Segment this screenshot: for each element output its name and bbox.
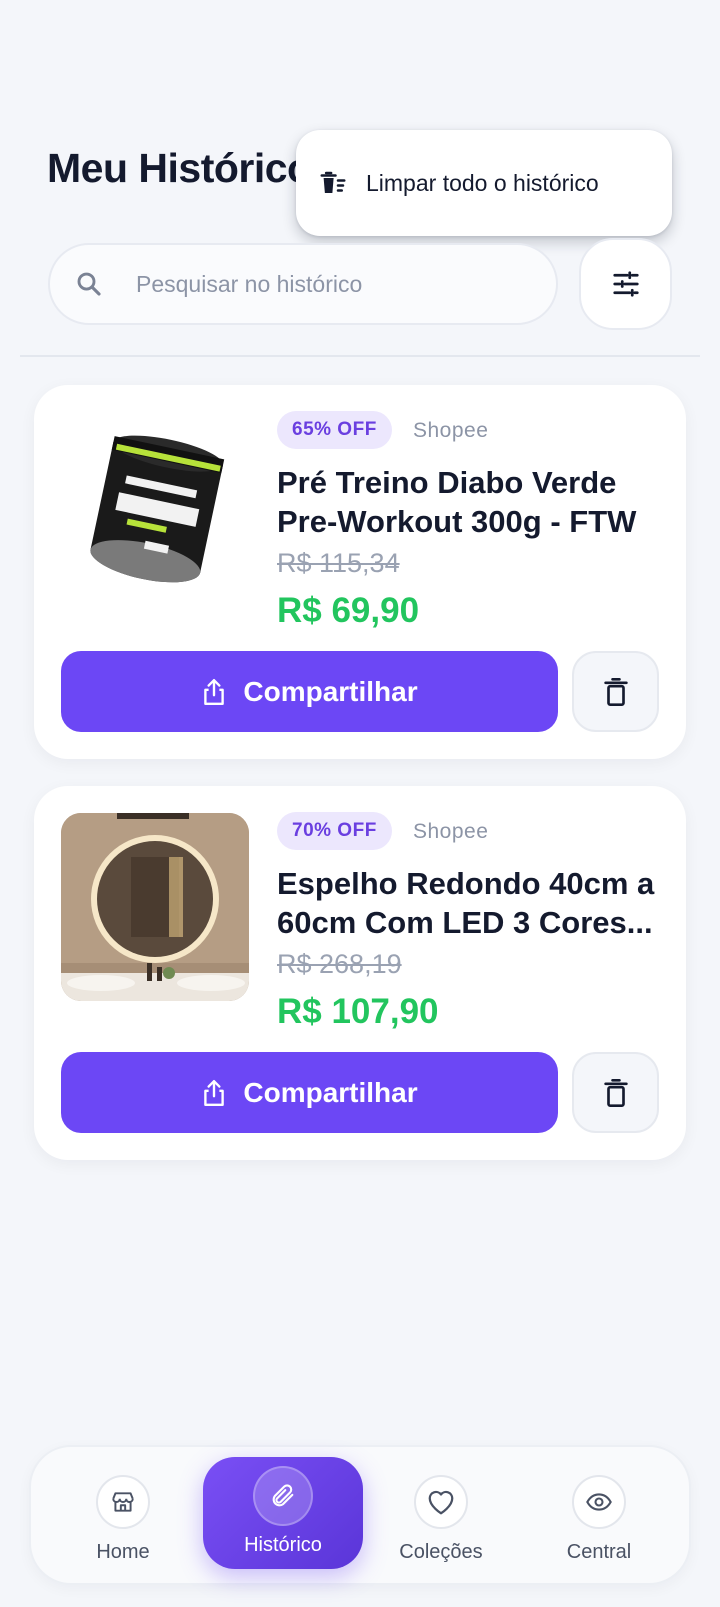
share-icon [204, 678, 225, 705]
nav-item-central[interactable]: Central [519, 1447, 679, 1583]
menu-item-clear-history[interactable]: Limpar todo o histórico [318, 168, 599, 198]
search-bar [48, 243, 558, 325]
original-price: R$ 115,34 [277, 548, 400, 578]
tune-icon [612, 271, 639, 297]
nav-label: Histórico [244, 1534, 322, 1556]
share-label: Compartilhar [243, 675, 418, 707]
discount-badge: 65% OFF [277, 411, 392, 449]
nav-item-historico[interactable]: Histórico [203, 1457, 363, 1569]
product-image[interactable] [61, 412, 249, 600]
trash-icon [603, 1078, 628, 1107]
nav-label: Home [96, 1541, 150, 1563]
sale-price: R$ 69,90 [277, 591, 420, 630]
share-label: Compartilhar [243, 1076, 418, 1108]
product-image[interactable] [61, 813, 249, 1001]
menu-item-label: Limpar todo o histórico [366, 169, 599, 196]
product-card: 65% OFF Shopee Pré Treino Diabo Verde Pr… [34, 385, 686, 759]
discount-badge: 70% OFF [277, 812, 392, 850]
share-button[interactable]: Compartilhar [61, 651, 558, 732]
sale-price: R$ 107,90 [277, 992, 439, 1031]
share-button[interactable]: Compartilhar [61, 1052, 558, 1133]
eye-icon [586, 1493, 612, 1511]
product-title[interactable]: Pré Treino Diabo Verde Pre-Workout 300g … [277, 463, 669, 541]
nav-item-home[interactable]: Home [43, 1447, 203, 1583]
overflow-menu: Limpar todo o histórico [296, 130, 672, 236]
search-input[interactable] [136, 270, 516, 298]
nav-label: Central [566, 1541, 632, 1563]
store-icon [112, 1492, 134, 1512]
product-card: 70% OFF Shopee Espelho Redondo 40cm a 60… [34, 786, 686, 1160]
delete-button[interactable] [572, 651, 659, 732]
product-title[interactable]: Espelho Redondo 40cm a 60cm Com LED 3 Co… [277, 864, 669, 942]
divider [20, 355, 700, 357]
bottom-nav: Home Histórico Coleções Central [29, 1445, 691, 1585]
store-name: Shopee [413, 419, 489, 442]
page-title: Meu Histórico [47, 145, 312, 191]
paperclip-icon [272, 1484, 294, 1507]
delete-button[interactable] [572, 1052, 659, 1133]
nav-item-colecoes[interactable]: Coleções [361, 1447, 521, 1583]
search-icon [77, 272, 101, 296]
store-name: Shopee [413, 820, 489, 843]
share-icon [204, 1079, 225, 1106]
nav-label: Coleções [399, 1541, 483, 1563]
original-price: R$ 268,19 [277, 949, 402, 979]
clear-all-icon [320, 171, 346, 193]
filter-button[interactable] [579, 238, 672, 330]
trash-icon [603, 677, 628, 706]
heart-icon [428, 1490, 454, 1515]
